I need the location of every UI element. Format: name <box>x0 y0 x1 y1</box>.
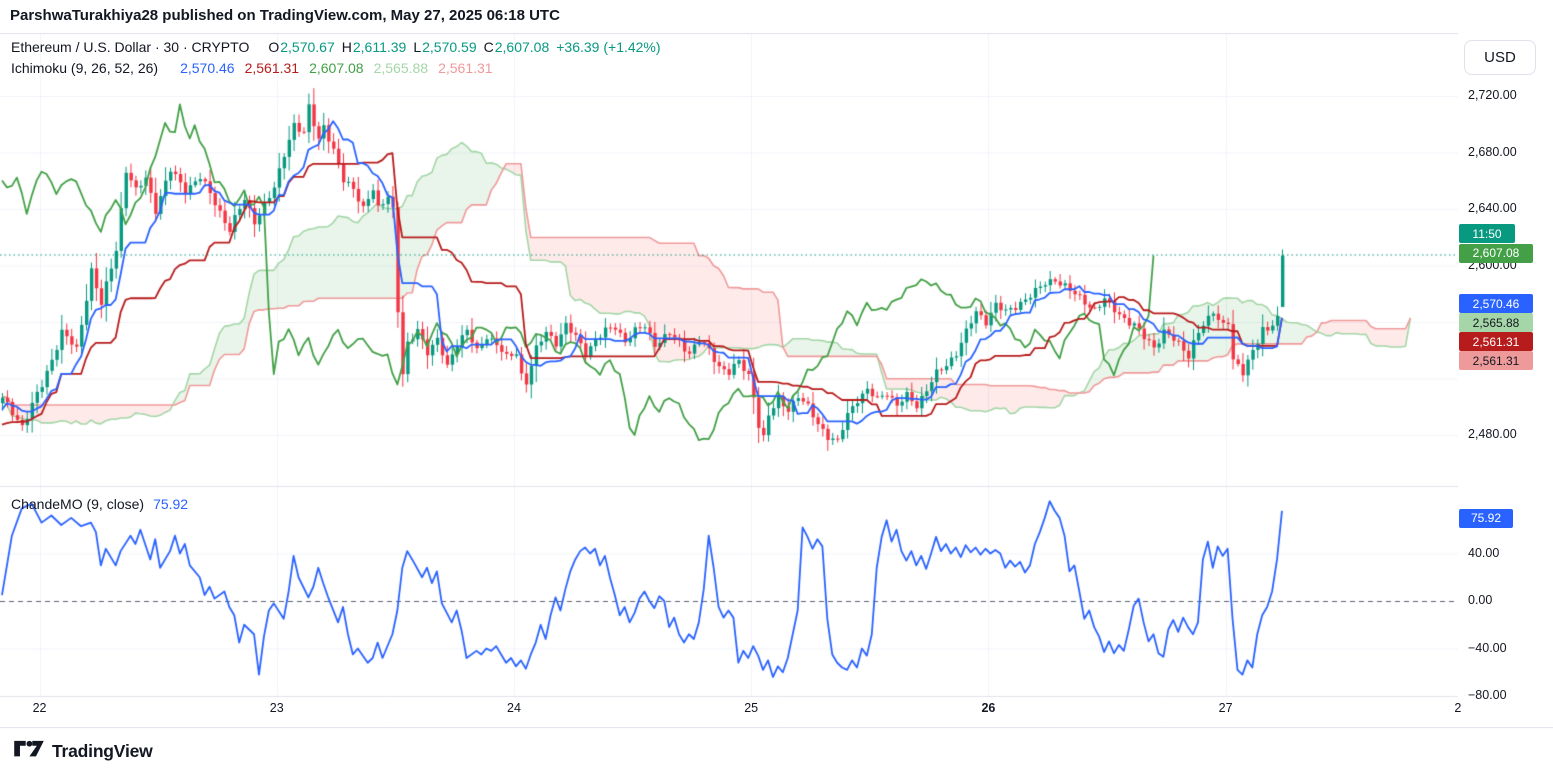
symbol-legend[interactable]: Ethereum / U.S. Dollar · 30 · CRYPTOO2,5… <box>11 39 661 55</box>
ichimoku-title[interactable]: Ichimoku (9, 26, 52, 26) <box>11 60 158 76</box>
ichimoku-value: 2,607.08 <box>309 60 364 76</box>
axis-badge-tenkan: 2,570.46 <box>1459 294 1533 313</box>
tradingview-wordmark[interactable]: TradingView <box>52 741 153 762</box>
close-value: 2,607.08 <box>495 39 550 55</box>
currency-toggle-button[interactable]: USD <box>1464 40 1536 75</box>
price-axis-label: 2,680.00 <box>1468 145 1517 159</box>
cmo-axis-label: −80.00 <box>1468 688 1507 702</box>
low-label: L <box>413 39 421 55</box>
ichimoku-value: 2,570.46 <box>180 60 235 76</box>
axis-badge-senkou-b: 2,561.31 <box>1459 351 1533 370</box>
ichimoku-legend[interactable]: Ichimoku (9, 26, 52, 26) 2,570.46 2,561.31… <box>11 60 493 76</box>
price-axis-label: 2,640.00 <box>1468 201 1517 215</box>
cmo-axis-label: 0.00 <box>1468 593 1492 607</box>
change-value: +36.39 (+1.42%) <box>556 39 660 55</box>
axis-badge-countdown: 11:50 <box>1459 224 1515 243</box>
tradingview-logo-icon[interactable] <box>14 740 44 763</box>
tradingview-chart-snapshot: ParshwaTurakhiya28 published on TradingV… <box>0 0 1553 772</box>
time-axis-label: 27 <box>1219 701 1233 715</box>
time-axis-label: 22 <box>33 701 47 715</box>
cmo-title[interactable]: ChandeMO (9, close) <box>11 496 144 512</box>
low-value: 2,570.59 <box>422 39 477 55</box>
open-value: 2,570.67 <box>280 39 335 55</box>
chart-canvas[interactable] <box>0 0 1553 772</box>
cmo-axis-label: −40.00 <box>1468 641 1507 655</box>
time-axis-label: 26 <box>981 701 995 715</box>
axis-badge-kijun: 2,561.31 <box>1459 332 1533 351</box>
close-label: C <box>484 39 494 55</box>
high-value: 2,611.39 <box>353 39 406 55</box>
cmo-value: 75.92 <box>153 496 188 512</box>
high-label: H <box>342 39 352 55</box>
ichimoku-value: 2,561.31 <box>245 60 300 76</box>
axis-badge-cmo: 75.92 <box>1459 509 1513 528</box>
ichimoku-values: 2,570.46 2,561.31 2,607.08 2,565.88 2,561.31 <box>170 60 493 76</box>
time-axis-label: 2 <box>1454 701 1461 715</box>
time-axis-label: 24 <box>507 701 521 715</box>
price-axis-label: 2,720.00 <box>1468 88 1517 102</box>
open-label: O <box>268 39 279 55</box>
ichimoku-value: 2,565.88 <box>374 60 429 76</box>
axis-badge-close: 2,607.08 <box>1459 244 1533 263</box>
time-axis-label: 23 <box>270 701 284 715</box>
symbol-title[interactable]: Ethereum / U.S. Dollar · 30 · CRYPTO <box>11 39 249 55</box>
price-axis-label: 2,480.00 <box>1468 427 1517 441</box>
footer: TradingView <box>14 740 153 763</box>
ichimoku-value: 2,561.31 <box>438 60 493 76</box>
time-axis-label: 25 <box>744 701 758 715</box>
price-scale[interactable] <box>1458 33 1553 727</box>
axis-badge-senkou-a: 2,565.88 <box>1459 313 1533 332</box>
cmo-legend[interactable]: ChandeMO (9, close) 75.92 <box>11 496 188 512</box>
cmo-axis-label: 40.00 <box>1468 546 1499 560</box>
